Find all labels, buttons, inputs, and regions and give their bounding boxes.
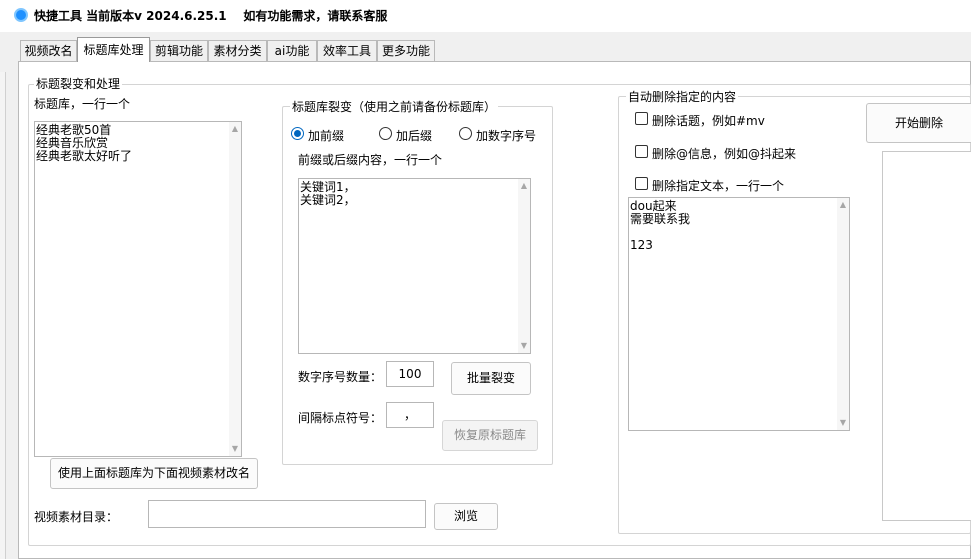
scroll-down-arrow-icon[interactable]: ▼ [518, 340, 530, 352]
tab-material-category[interactable]: 素材分类 [208, 40, 267, 61]
checkbox-delete-topic-label: 删除话题，例如#mv [652, 114, 765, 128]
radio-number-label: 加数字序号 [476, 129, 537, 143]
scroll-up-arrow-icon[interactable]: ▲ [229, 123, 241, 135]
video-dir-input[interactable] [148, 500, 426, 528]
browse-button[interactable]: 浏览 [434, 503, 498, 530]
separator-input[interactable]: ， [386, 402, 434, 428]
title-library-label: 标题库，一行一个 [34, 97, 131, 111]
checkbox-delete-mention[interactable] [635, 145, 648, 158]
auto-delete-legend: 自动删除指定的内容 [626, 88, 739, 105]
radio-number[interactable] [459, 127, 472, 140]
radio-suffix[interactable] [379, 127, 392, 140]
left-edge-strip [0, 72, 6, 559]
tab-video-rename[interactable]: 视频改名 [20, 40, 77, 61]
prefix-content-scrollbar[interactable]: ▲ ▼ [518, 179, 530, 353]
delete-result-textarea[interactable] [882, 151, 971, 521]
scroll-down-arrow-icon[interactable]: ▼ [229, 443, 241, 455]
scroll-down-arrow-icon[interactable]: ▼ [837, 417, 849, 429]
tab-ai-functions[interactable]: ai功能 [267, 40, 317, 61]
restore-library-button[interactable]: 恢复原标题库 [442, 420, 538, 451]
prefix-content-textarea[interactable]: 关键词1， 关键词2， ▲ ▼ [298, 178, 531, 354]
app-logo-icon [14, 8, 28, 22]
window-title: 快捷工具 当前版本v 2024.6.25.1 如有功能需求，请联系客服 [34, 9, 388, 23]
prefix-content-text: 关键词1， 关键词2， [300, 180, 356, 207]
rename-materials-button[interactable]: 使用上面标题库为下面视频素材改名 [50, 458, 258, 489]
title-library-textarea[interactable]: 经典老歌50首 经典音乐欣赏 经典老歌太好听了 ▲ ▼ [34, 121, 242, 457]
start-delete-button[interactable]: 开始删除 [866, 103, 971, 143]
radio-prefix-label: 加前缀 [308, 129, 345, 143]
checkbox-delete-text-label: 删除指定文本，一行一个 [652, 179, 785, 193]
prefix-content-label: 前缀或后缀内容，一行一个 [298, 153, 443, 167]
title-library-scrollbar[interactable]: ▲ ▼ [229, 122, 241, 456]
title-split-legend: 标题裂变和处理 [34, 75, 123, 92]
radio-prefix[interactable] [291, 127, 304, 140]
tab-title-library[interactable]: 标题库处理 [77, 37, 150, 62]
title-library-text: 经典老歌50首 经典音乐欣赏 经典老歌太好听了 [36, 123, 133, 163]
delete-text-scrollbar[interactable]: ▲ ▼ [837, 198, 849, 430]
title-fission-legend: 标题库裂变（使用之前请备份标题库） [290, 98, 499, 115]
scroll-up-arrow-icon[interactable]: ▲ [837, 199, 849, 211]
scroll-up-arrow-icon[interactable]: ▲ [518, 180, 530, 192]
batch-fission-button[interactable]: 批量裂变 [451, 362, 531, 395]
tab-more-functions[interactable]: 更多功能 [377, 40, 435, 61]
tab-edit-functions[interactable]: 剪辑功能 [150, 40, 208, 61]
checkbox-delete-topic[interactable] [635, 112, 648, 125]
delete-text-content: dou起来 需要联系我 123 [630, 199, 691, 252]
delete-text-textarea[interactable]: dou起来 需要联系我 123 ▲ ▼ [628, 197, 850, 431]
video-dir-label: 视频素材目录： [34, 510, 119, 524]
checkbox-delete-text[interactable] [635, 177, 648, 190]
checkbox-delete-mention-label: 删除@信息，例如@抖起来 [652, 147, 797, 161]
radio-suffix-label: 加后缀 [396, 129, 433, 143]
tab-efficiency-tools[interactable]: 效率工具 [317, 40, 377, 61]
number-count-input[interactable]: 100 [386, 361, 434, 387]
separator-label: 间隔标点符号： [298, 411, 383, 425]
number-count-label: 数字序号数量： [298, 370, 383, 384]
